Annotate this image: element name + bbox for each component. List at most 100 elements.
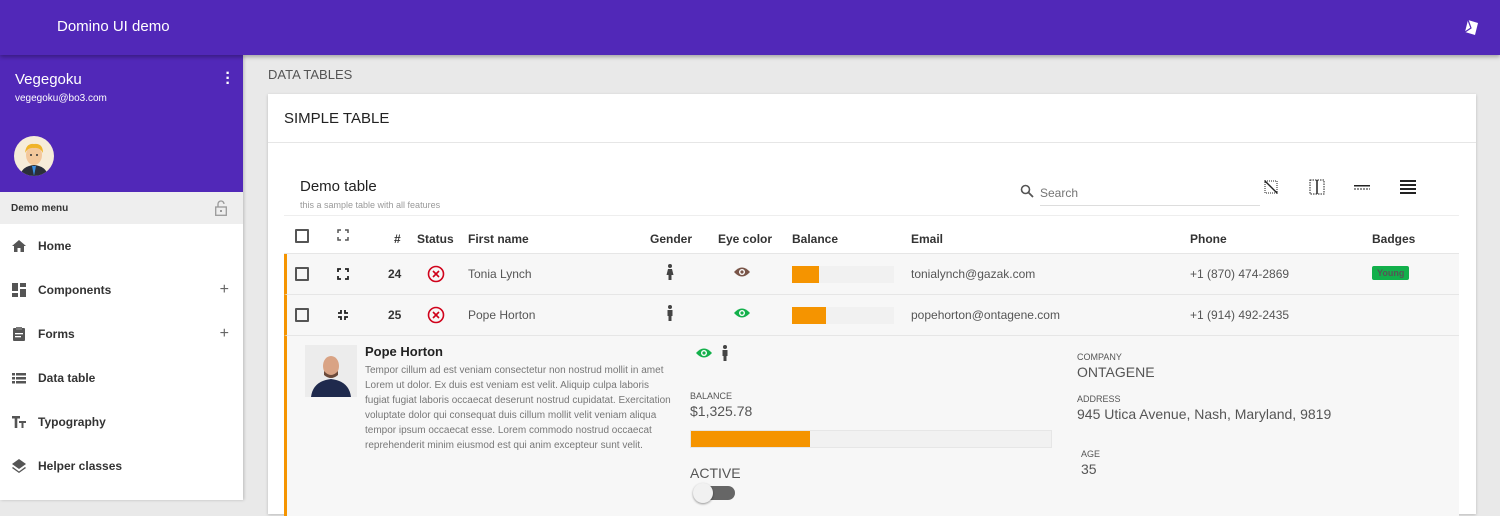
profile-photo: [305, 345, 357, 397]
search-box: [1020, 180, 1260, 206]
layers-icon: [11, 458, 27, 474]
column-header-badges[interactable]: Badges: [1372, 232, 1415, 246]
table-subtitle: this a sample table with all features: [300, 200, 441, 210]
user-name: Vegegoku: [15, 71, 82, 88]
age-label: AGE: [1081, 449, 1101, 459]
table-row[interactable]: 25 Pope Horton popehorton@ontagene.com +…: [284, 295, 1459, 336]
more-vert-icon[interactable]: · · ·: [225, 66, 231, 92]
column-header-phone[interactable]: Phone: [1190, 232, 1227, 246]
select-all-checkbox[interactable]: [295, 229, 309, 243]
domino-logo-icon[interactable]: [1463, 19, 1480, 36]
clear-filters-icon[interactable]: [1262, 178, 1280, 196]
sidebar-item-helper-classes[interactable]: Helper classes: [0, 444, 243, 488]
row-phone: +1 (914) 492-2435: [1190, 308, 1290, 322]
status-cancel-icon: [427, 306, 445, 324]
avatar[interactable]: [14, 136, 54, 176]
address-label: ADDRESS: [1077, 394, 1121, 404]
sidebar-item-typography[interactable]: Typography: [0, 400, 243, 444]
eye-icon: [734, 267, 750, 277]
row-checkbox[interactable]: [295, 267, 309, 281]
badge-young: Young: [1372, 266, 1410, 280]
row-detail-panel: Pope Horton Tempor cillum ad est veniam …: [284, 336, 1459, 516]
breadcrumb: DATA TABLES: [268, 67, 353, 82]
sidebar-item-data-table[interactable]: Data table: [0, 356, 243, 400]
sidebar-item-label: Typography: [38, 415, 106, 429]
row-first-name: Pope Horton: [468, 308, 536, 322]
detail-about: Tempor cillum ad est veniam consectetur …: [365, 365, 671, 451]
address-value: 945 Utica Avenue, Nash, Maryland, 9819: [1077, 406, 1332, 422]
menu-header: Demo menu: [0, 192, 243, 224]
expand-plus-icon[interactable]: +: [220, 325, 229, 343]
status-cancel-icon: [427, 265, 445, 283]
clipboard-icon: [11, 326, 27, 342]
detail-balance-bar-fill: [691, 431, 810, 447]
balance-bar: [792, 307, 894, 324]
column-header-eye-color[interactable]: Eye color: [718, 232, 772, 246]
row-id: 25: [388, 308, 402, 322]
row-first-name: Tonia Lynch: [468, 267, 532, 281]
simple-table-card: SIMPLE TABLE Demo table this a sample ta…: [268, 94, 1476, 516]
table-title: Demo table: [300, 178, 377, 195]
top-app-bar: Domino UI demo: [0, 0, 1500, 55]
balance-bar: [792, 266, 894, 283]
sidebar-item-label: Forms: [38, 327, 75, 341]
detail-balance-bar: [690, 430, 1052, 448]
active-toggle[interactable]: [693, 483, 735, 503]
user-email: vegegoku@bo3.com: [15, 93, 107, 104]
eye-icon: [734, 308, 750, 318]
column-header-first-name[interactable]: First name: [468, 232, 529, 246]
lock-open-icon[interactable]: [215, 200, 227, 216]
male-icon: [667, 305, 673, 321]
row-phone: +1 (870) 474-2869: [1190, 267, 1290, 281]
expand-all-icon[interactable]: [337, 229, 349, 241]
dense-rows-icon[interactable]: [1399, 178, 1417, 196]
row-id: 24: [388, 267, 402, 281]
sidebar: Vegegoku vegegoku@bo3.com · · · Demo menu …: [0, 55, 243, 500]
column-header-gender[interactable]: Gender: [650, 232, 692, 246]
column-borders-icon[interactable]: [1308, 178, 1326, 196]
collapse-row-icon[interactable]: [337, 309, 349, 321]
menu-title: Demo menu: [11, 203, 69, 214]
expand-row-icon[interactable]: [337, 268, 349, 280]
male-icon: [722, 345, 728, 361]
sidebar-item-home[interactable]: Home: [0, 224, 243, 268]
row-email: tonialynch@gazak.com: [911, 267, 1036, 281]
sidebar-item-label: Components: [38, 283, 112, 297]
eye-icon: [696, 348, 712, 358]
search-input[interactable]: [1040, 180, 1260, 206]
row-email: popehorton@ontagene.com: [911, 308, 1060, 322]
expand-plus-icon[interactable]: +: [220, 281, 229, 299]
age-value: 35: [1081, 461, 1097, 477]
dashboard-icon: [11, 282, 27, 298]
balance-bar-fill: [792, 307, 826, 324]
column-header-status[interactable]: Status: [417, 232, 454, 246]
card-title: SIMPLE TABLE: [268, 94, 1476, 143]
list-icon: [11, 370, 27, 386]
app-title: Domino UI demo: [57, 18, 170, 35]
search-icon: [1020, 184, 1034, 198]
active-label: ACTIVE: [690, 465, 741, 481]
detail-name: Pope Horton: [365, 344, 443, 359]
balance-value: $1,325.78: [690, 403, 753, 419]
text-fields-icon: [11, 414, 27, 430]
column-header-email[interactable]: Email: [911, 232, 943, 246]
table-row[interactable]: 24 Tonia Lynch tonialynch@gazak.com +1 (…: [284, 254, 1459, 295]
toggle-knob[interactable]: [693, 483, 713, 503]
sidebar-item-components[interactable]: Components +: [0, 268, 243, 312]
balance-bar-fill: [792, 266, 819, 283]
row-striped-icon[interactable]: [1353, 178, 1371, 196]
column-header-balance[interactable]: Balance: [792, 232, 838, 246]
sidebar-item-forms[interactable]: Forms +: [0, 312, 243, 356]
balance-label: BALANCE: [690, 391, 733, 401]
female-icon: [666, 264, 674, 280]
column-header-id[interactable]: #: [394, 232, 401, 246]
home-icon: [11, 238, 27, 254]
user-panel: Vegegoku vegegoku@bo3.com · · ·: [0, 55, 243, 192]
sidebar-item-label: Helper classes: [38, 459, 123, 473]
row-checkbox[interactable]: [295, 308, 309, 322]
sidebar-item-label: Home: [38, 239, 72, 253]
company-label: COMPANY: [1077, 352, 1122, 362]
company-value: ONTAGENE: [1077, 364, 1155, 380]
table-header-row: # Status First name Gender Eye color Bal…: [284, 215, 1459, 254]
sidebar-item-label: Data table: [38, 371, 96, 385]
